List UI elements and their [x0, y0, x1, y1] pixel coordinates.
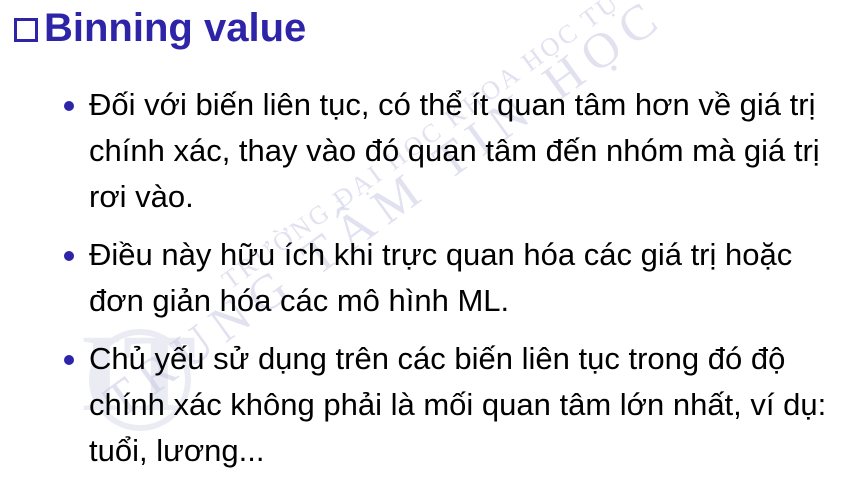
bullet-dot-icon	[64, 101, 74, 111]
bullet-text: Điều này hữu ích khi trực quan hóa các g…	[89, 237, 793, 318]
slide-title-text: Binning value	[44, 6, 307, 50]
bullet-item: Chủ yếu sử dụng trên các biến liên tục t…	[64, 336, 854, 474]
checkbox-bullet-icon	[14, 18, 38, 42]
bullet-text: Đối với biến liên tục, có thể ít quan tâ…	[89, 87, 820, 214]
bullet-text: Chủ yếu sử dụng trên các biến liên tục t…	[89, 341, 827, 468]
bullet-list: Đối với biến liên tục, có thể ít quan tâ…	[64, 82, 854, 486]
bullet-dot-icon	[64, 355, 74, 365]
bullet-item: Đối với biến liên tục, có thể ít quan tâ…	[64, 82, 854, 220]
bullet-item: Điều này hữu ích khi trực quan hóa các g…	[64, 232, 854, 324]
slide-title: Binning value	[14, 4, 306, 52]
bullet-dot-icon	[64, 251, 74, 261]
